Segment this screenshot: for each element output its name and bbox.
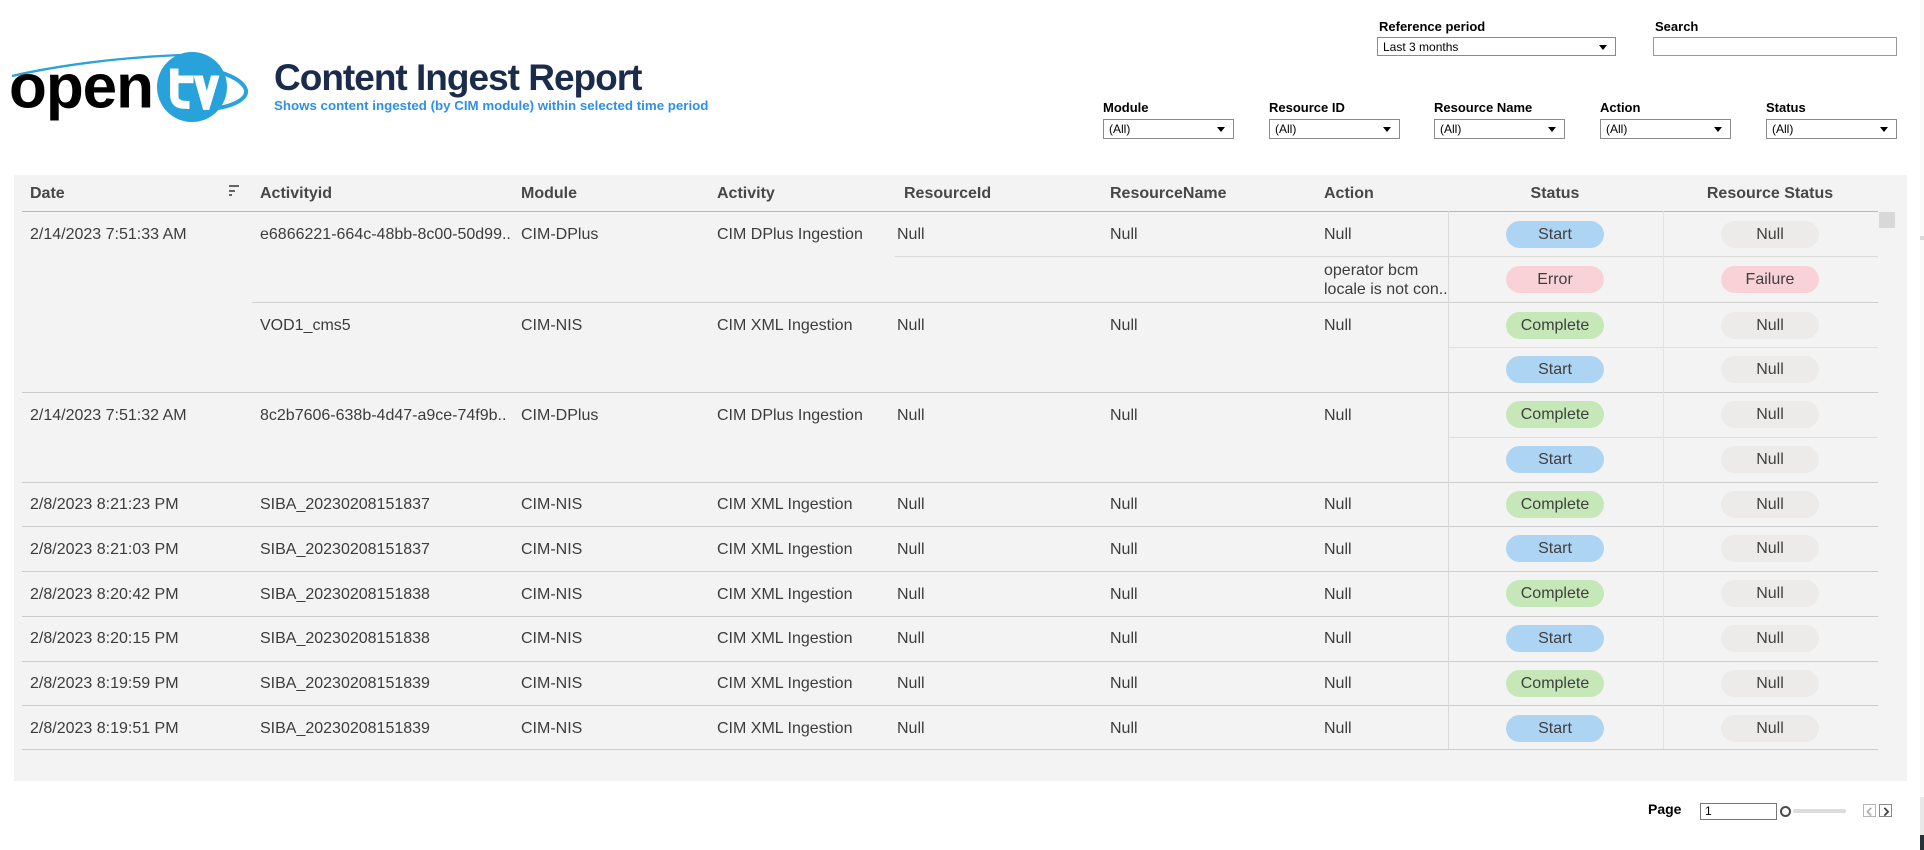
svg-text:open: open <box>9 53 153 122</box>
